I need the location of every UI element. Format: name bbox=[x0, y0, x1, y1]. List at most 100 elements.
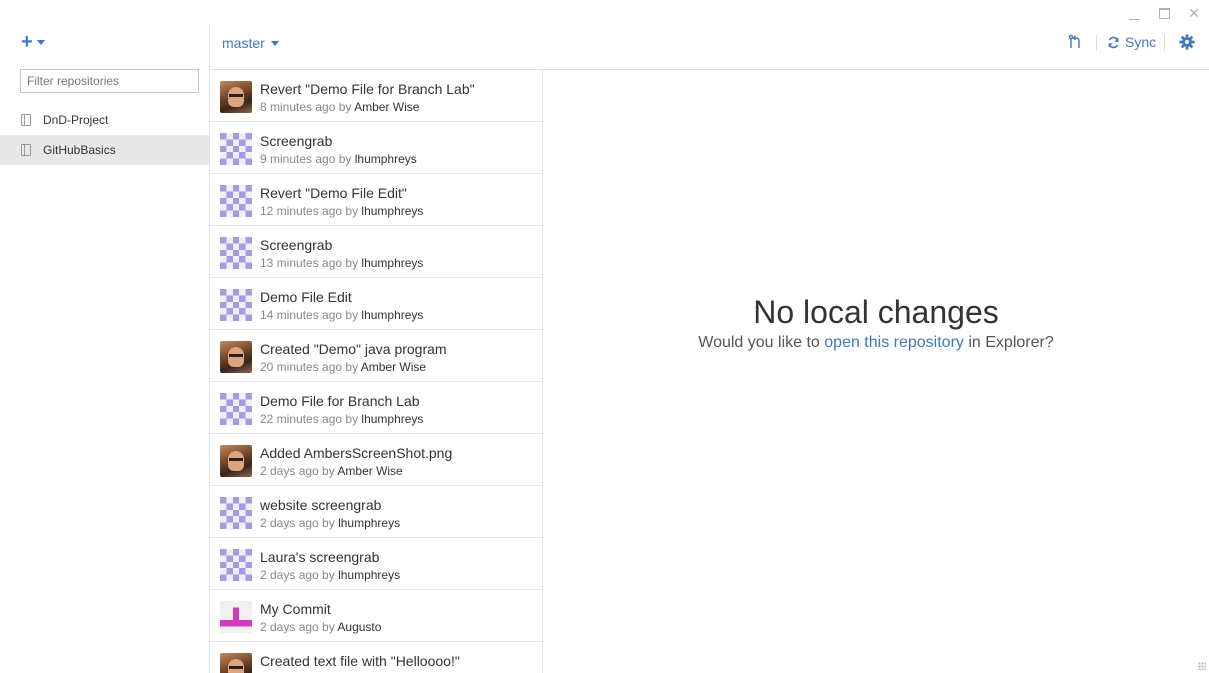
commit-title: website screengrab bbox=[260, 497, 382, 513]
avatar bbox=[220, 289, 252, 321]
avatar bbox=[220, 497, 252, 529]
commit-title: Demo File for Branch Lab bbox=[260, 393, 420, 409]
commit-meta: 20 minutes ago by Amber Wise bbox=[260, 360, 426, 374]
commit-meta: 2 days ago by Augusto bbox=[260, 620, 381, 634]
window-controls: ✕ bbox=[1127, 6, 1201, 20]
avatar bbox=[220, 601, 252, 633]
sync-button[interactable]: Sync bbox=[1107, 34, 1156, 50]
avatar bbox=[220, 185, 252, 217]
pull-request-icon[interactable] bbox=[1067, 34, 1083, 50]
avatar bbox=[220, 341, 252, 373]
commit-item[interactable]: Revert "Demo File Edit" 12 minutes ago by… bbox=[210, 174, 542, 226]
commit-meta: 14 minutes ago by lhumphreys bbox=[260, 308, 423, 322]
open-repository-link[interactable]: open this repository bbox=[824, 334, 964, 351]
commit-item[interactable]: website screengrab 2 days ago by lhumphre… bbox=[210, 486, 542, 538]
avatar bbox=[220, 445, 252, 477]
commit-item[interactable]: Demo File Edit 14 minutes ago by lhumphre… bbox=[210, 278, 542, 330]
commit-meta: 12 minutes ago by lhumphreys bbox=[260, 204, 423, 218]
commit-time: 2 days ago by bbox=[260, 620, 335, 634]
commit-time: 20 minutes ago by bbox=[260, 360, 359, 374]
sync-label: Sync bbox=[1125, 34, 1157, 50]
avatar bbox=[220, 393, 252, 425]
toolbar-separator bbox=[1164, 35, 1165, 51]
commit-item[interactable]: Laura's screengrab 2 days ago by lhumphre… bbox=[210, 538, 542, 590]
commit-time: 22 minutes ago by bbox=[260, 412, 359, 426]
repository-list: DnD-Project GitHubBasics bbox=[0, 105, 209, 165]
commit-item[interactable]: Screengrab 9 minutes ago by lhumphreys bbox=[210, 122, 542, 174]
repo-book-icon bbox=[21, 144, 31, 156]
commit-item[interactable]: Revert "Demo File for Branch Lab" 8 minut… bbox=[210, 70, 542, 122]
commit-author: lhumphreys bbox=[354, 152, 417, 166]
commit-author: lhumphreys bbox=[361, 204, 424, 218]
commit-time: 2 days ago by bbox=[260, 464, 335, 478]
commit-history-list: Revert "Demo File for Branch Lab" 8 minut… bbox=[210, 70, 543, 673]
commit-meta: 2 days ago by lhumphreys bbox=[260, 568, 400, 582]
commit-title: Laura's screengrab bbox=[260, 549, 380, 565]
commit-title: Screengrab bbox=[260, 237, 333, 253]
avatar bbox=[220, 81, 252, 113]
maximize-icon bbox=[1158, 7, 1170, 19]
resize-grip[interactable] bbox=[1198, 662, 1206, 670]
commit-time: 14 minutes ago by bbox=[260, 308, 359, 322]
avatar bbox=[220, 653, 252, 673]
branch-name: master bbox=[222, 35, 265, 51]
repo-book-icon bbox=[21, 114, 31, 126]
repository-sidebar: + DnD-Project GitHubBasics bbox=[0, 0, 209, 673]
commit-author: lhumphreys bbox=[361, 308, 424, 322]
add-repository-button[interactable]: + bbox=[21, 31, 45, 53]
toolbar-separator bbox=[1096, 35, 1097, 51]
minimize-button[interactable] bbox=[1127, 6, 1141, 20]
commit-author: Amber Wise bbox=[354, 100, 420, 114]
commit-item[interactable]: Added AmbersScreenShot.png 2 days ago by … bbox=[210, 434, 542, 486]
commit-author: lhumphreys bbox=[338, 516, 401, 530]
commit-author: Amber Wise bbox=[360, 360, 427, 374]
commit-meta: 9 minutes ago by lhumphreys bbox=[260, 152, 417, 166]
commit-item[interactable]: Created text file with "Helloooo!" bbox=[210, 642, 542, 673]
plus-icon: + bbox=[21, 31, 33, 53]
commit-item[interactable]: Demo File for Branch Lab 22 minutes ago b… bbox=[210, 382, 542, 434]
sync-icon bbox=[1108, 36, 1119, 48]
commit-item[interactable]: Screengrab 13 minutes ago by lhumphreys bbox=[210, 226, 542, 278]
commit-meta: 8 minutes ago by Amber Wise bbox=[260, 100, 419, 114]
changes-panel: No local changes Would you like to open … bbox=[543, 70, 1209, 673]
commit-time: 12 minutes ago by bbox=[260, 204, 359, 218]
commit-title: Created "Demo" java program bbox=[260, 341, 447, 357]
commit-author: Augusto bbox=[337, 620, 382, 634]
empty-state-prefix: Would you like to bbox=[698, 334, 820, 351]
repository-item[interactable]: GitHubBasics bbox=[0, 135, 209, 165]
commit-item[interactable]: Created "Demo" java program 20 minutes ag… bbox=[210, 330, 542, 382]
commit-author: Amber Wise bbox=[337, 464, 403, 478]
commit-author: lhumphreys bbox=[361, 256, 424, 270]
close-icon: ✕ bbox=[1188, 5, 1200, 21]
commit-title: Created text file with "Helloooo!" bbox=[260, 653, 460, 669]
commit-item[interactable]: My Commit 2 days ago by Augusto bbox=[210, 590, 542, 642]
maximize-button[interactable] bbox=[1157, 6, 1171, 20]
commit-meta: 22 minutes ago by lhumphreys bbox=[260, 412, 423, 426]
gear-icon[interactable] bbox=[1178, 33, 1196, 51]
chevron-down-icon bbox=[270, 40, 279, 46]
repository-item[interactable]: DnD-Project bbox=[0, 105, 209, 135]
commit-time: 9 minutes ago by bbox=[260, 152, 352, 166]
branch-selector[interactable]: master bbox=[222, 35, 279, 51]
commit-time: 8 minutes ago by bbox=[260, 100, 352, 114]
commit-time: 2 days ago by bbox=[260, 568, 335, 582]
commit-title: My Commit bbox=[260, 601, 331, 617]
chevron-down-icon bbox=[36, 39, 45, 45]
empty-state-title: No local changes bbox=[753, 294, 999, 330]
commit-meta: 2 days ago by Amber Wise bbox=[260, 464, 403, 478]
commit-title: Revert "Demo File Edit" bbox=[260, 185, 407, 201]
filter-repositories-input[interactable] bbox=[20, 69, 199, 93]
repository-name: GitHubBasics bbox=[43, 143, 116, 157]
commit-time: 2 days ago by bbox=[260, 516, 335, 530]
empty-state-message: Would you like to open this repository i… bbox=[543, 334, 1209, 352]
commit-title: Added AmbersScreenShot.png bbox=[260, 445, 453, 461]
toolbar: master Sync bbox=[210, 24, 1209, 70]
avatar bbox=[220, 549, 252, 581]
avatar bbox=[220, 133, 252, 165]
close-button[interactable]: ✕ bbox=[1187, 6, 1201, 20]
commit-title: Revert "Demo File for Branch Lab" bbox=[260, 81, 475, 97]
empty-state-suffix: in Explorer? bbox=[968, 334, 1054, 351]
commit-meta: 2 days ago by lhumphreys bbox=[260, 516, 400, 530]
commit-author: lhumphreys bbox=[338, 568, 401, 582]
commit-time: 13 minutes ago by bbox=[260, 256, 359, 270]
